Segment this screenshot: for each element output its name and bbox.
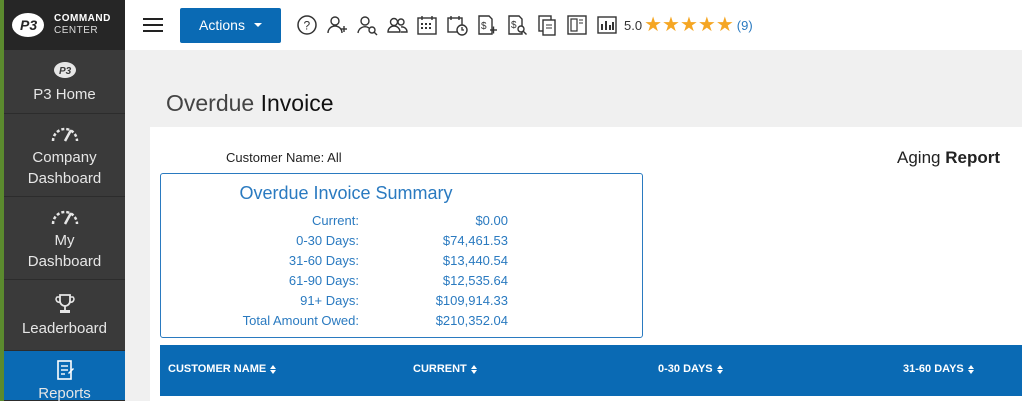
- report-panel: Customer Name: All Aging Report Overdue …: [150, 127, 1022, 401]
- group-icon[interactable]: [386, 14, 408, 36]
- actions-label: Actions: [199, 17, 245, 33]
- gauge-icon: [50, 121, 80, 145]
- brand-line-2: CENTER: [54, 25, 99, 36]
- summary-row: 31-60 Days: $13,440.54: [161, 253, 642, 273]
- rating-value: 5.0: [624, 17, 643, 33]
- summary-label: 61-90 Days:: [288, 273, 359, 288]
- svg-text:$: $: [511, 20, 517, 31]
- sort-icon: [470, 364, 477, 374]
- star-icon: ★: [644, 14, 663, 36]
- summary-value: $109,914.33: [435, 293, 508, 308]
- brand[interactable]: P3 COMMAND CENTER: [4, 0, 125, 50]
- summary-row: 0-30 Days: $74,461.53: [161, 233, 642, 253]
- svg-text:P3: P3: [59, 66, 72, 77]
- sort-icon: [967, 364, 974, 374]
- aging-report-heading: Aging Report: [897, 148, 1000, 168]
- summary-value: $12,535.64: [442, 273, 508, 288]
- calendar-icon[interactable]: [416, 14, 438, 36]
- sort-icon: [270, 364, 277, 374]
- summary-value: $0.00: [475, 213, 508, 228]
- search-user-icon[interactable]: [356, 14, 378, 36]
- svg-text:?: ?: [304, 19, 311, 33]
- star-icon: ★: [662, 14, 680, 36]
- layout-icon[interactable]: [566, 14, 588, 36]
- schedule-icon[interactable]: [446, 14, 468, 36]
- column-header-31-60-days[interactable]: 31-60 DAYS: [903, 363, 974, 375]
- svg-text:P3: P3: [20, 17, 37, 33]
- summary-row-total: Total Amount Owed: $210,352.04: [161, 313, 642, 333]
- top-toolbar: Actions ? $ $ 5.0 ★ ★ ★ ★ ★ (9): [125, 0, 1022, 50]
- sidebar-item-my-dashboard[interactable]: My Dashboard: [4, 197, 125, 280]
- sidebar-item-reports[interactable]: Reports: [4, 351, 125, 401]
- menu-icon[interactable]: [143, 18, 163, 32]
- sidebar-item-label: Company Dashboard: [27, 149, 102, 187]
- table-header: CUSTOMER NAME CURRENT 0-30 DAYS 31-60 DA…: [160, 345, 1022, 396]
- summary-label: Total Amount Owed:: [242, 313, 359, 328]
- brand-text: COMMAND CENTER: [54, 13, 111, 37]
- star-icon: ★: [697, 14, 716, 36]
- column-label: CUSTOMER NAME: [168, 363, 267, 375]
- caret-down-icon: [253, 23, 262, 27]
- gauge-icon: [50, 204, 80, 228]
- add-user-icon[interactable]: [326, 14, 348, 36]
- summary-value: $74,461.53: [442, 233, 508, 248]
- sidebar-item-label: My Dashboard: [27, 232, 102, 270]
- summary-value: $13,440.54: [442, 253, 508, 268]
- sort-icon: [716, 364, 723, 374]
- sidebar-item-label: P3 Home: [33, 86, 96, 103]
- column-header-customer-name[interactable]: CUSTOMER NAME: [168, 363, 277, 375]
- column-label: 31-60 DAYS: [903, 363, 964, 375]
- customer-name-label: Customer Name:: [226, 150, 325, 165]
- sidebar-item-label: Leaderboard: [21, 319, 108, 337]
- invoice-add-icon[interactable]: $: [476, 14, 498, 36]
- sidebar-item-company-dashboard[interactable]: Company Dashboard: [4, 114, 125, 197]
- aging-bold: Report: [945, 148, 1000, 167]
- report-icon: [55, 359, 75, 381]
- customer-filter: Customer Name: All: [226, 150, 342, 165]
- page-title-bold: Invoice: [260, 90, 334, 116]
- page-title-light: Overdue: [166, 90, 255, 116]
- column-label: 0-30 DAYS: [658, 363, 713, 375]
- star-icon: ★: [715, 14, 734, 36]
- p3-logo-icon: P3: [53, 58, 77, 82]
- column-header-0-30-days[interactable]: 0-30 DAYS: [658, 363, 723, 375]
- column-header-current[interactable]: CURRENT: [413, 363, 477, 375]
- sidebar: P3 COMMAND CENTER P3 P3 Home Company Das…: [0, 0, 125, 401]
- chart-icon[interactable]: [596, 14, 618, 36]
- summary-title: Overdue Invoice Summary: [239, 183, 453, 203]
- column-label: CURRENT: [413, 363, 467, 375]
- invoice-search-icon[interactable]: $: [506, 14, 528, 36]
- summary-row: 91+ Days: $109,914.33: [161, 293, 642, 313]
- summary-label: Current:: [312, 213, 359, 228]
- actions-button[interactable]: Actions: [180, 7, 281, 43]
- overdue-summary-box: Overdue Invoice Summary Current: $0.00 0…: [160, 173, 643, 338]
- brand-line-1: COMMAND: [54, 13, 111, 24]
- svg-text:$: $: [481, 21, 487, 32]
- rating-count-link[interactable]: (9): [737, 18, 753, 33]
- sidebar-item-p3-home[interactable]: P3 P3 Home: [4, 50, 125, 114]
- help-icon[interactable]: ?: [296, 14, 318, 36]
- sidebar-item-leaderboard[interactable]: Leaderboard: [4, 280, 125, 351]
- trophy-icon: [54, 292, 75, 316]
- rating[interactable]: 5.0 ★ ★ ★ ★ ★ (9): [624, 15, 753, 35]
- sidebar-item-label: Reports: [38, 385, 91, 401]
- summary-rows: Current: $0.00 0-30 Days: $74,461.53 31-…: [161, 213, 642, 333]
- page-title: Overdue Invoice: [166, 90, 333, 117]
- p3-logo-icon: P3: [10, 10, 48, 40]
- star-icon: ★: [679, 14, 698, 36]
- summary-row: Current: $0.00: [161, 213, 642, 233]
- summary-label: 91+ Days:: [300, 293, 359, 308]
- summary-row: 61-90 Days: $12,535.64: [161, 273, 642, 293]
- summary-value: $210,352.04: [435, 313, 508, 328]
- customer-name-value: All: [327, 150, 342, 165]
- aging-light: Aging: [897, 148, 941, 167]
- copy-icon[interactable]: [536, 14, 558, 36]
- summary-label: 31-60 Days:: [288, 253, 359, 268]
- summary-label: 0-30 Days:: [296, 233, 359, 248]
